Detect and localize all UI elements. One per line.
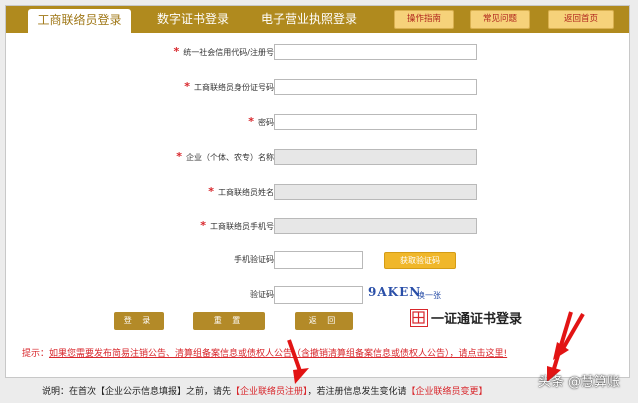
note-text-1: 说明：在首次【企业公示信息填报】之前，请先 [42,387,232,397]
annotation-arrow-icon [287,339,309,384]
get-sms-code-button[interactable]: 获取验证码 [384,252,456,269]
reset-button[interactable]: 重 置 [193,312,265,330]
tab-liaison-login[interactable]: 工商联络员登录 [28,9,131,33]
liaison-name-label-text: 工商联络员姓名 [218,188,274,197]
captcha-input[interactable] [274,286,363,304]
register-liaison-link[interactable]: 【企业联络员注册】 [231,387,308,397]
credit-code-label: * 统一社会信用代码/注册号 [54,44,274,60]
liaison-phone-label: * 工商联络员手机号 [54,218,274,234]
captcha-image[interactable]: 9AKEN [368,285,421,299]
captcha-label: 验证码 [250,290,274,299]
back-button[interactable]: 返 回 [295,312,353,330]
liaison-name-label: * 工商联络员姓名 [54,184,274,200]
required-star: * [173,45,180,58]
instruction-note: 说明：在首次【企业公示信息填报】之前，请先【企业联络员注册】，若注册信息发生变化… [42,384,488,397]
faq-button[interactable]: 常见问题 [470,10,530,29]
required-star: * [184,80,190,93]
watermark: 头条 @慧算账 [537,375,620,390]
announcement-link[interactable]: 如果您需要发布简易注销公告、清算组备案信息或债权人公告（含撤销清算组备案信息或债… [49,349,507,359]
required-star: * [248,115,254,128]
certificate-icon [410,308,428,327]
credit-code-input[interactable] [274,44,477,60]
liaison-name-input [274,184,477,200]
tab-digital-cert-login[interactable]: 数字证书登录 [147,6,239,33]
home-button[interactable]: 返回首页 [548,10,614,29]
credit-code-label-text: 统一社会信用代码/注册号 [183,48,274,57]
liaison-phone-input [274,218,477,234]
tab-bar: 工商联络员登录 数字证书登录 电子营业执照登录 操作指南 常见问题 返回首页 [6,6,629,33]
tip-prefix: 提示： [22,349,50,359]
password-input[interactable] [274,114,477,130]
change-liaison-link[interactable]: 【企业联络员变更】 [407,387,488,397]
note-text-2: ，若注册信息发生变化请 [307,387,407,397]
guide-button[interactable]: 操作指南 [394,10,454,29]
id-number-label-text: 工商联络员身份证号码 [194,83,274,92]
id-number-label: * 工商联络员身份证号码 [54,79,274,95]
liaison-phone-label-text: 工商联络员手机号 [210,222,274,231]
refresh-captcha-link[interactable]: 换一张 [417,290,441,301]
sms-code-input[interactable] [274,251,363,269]
login-panel: 工商联络员登录 数字证书登录 电子营业执照登录 操作指南 常见问题 返回首页 *… [5,5,630,378]
id-number-input[interactable] [274,79,477,95]
required-star: * [176,150,182,163]
company-name-label-text: 企业（个体、农专）名称 [186,153,274,162]
login-button[interactable]: 登 录 [114,312,164,330]
required-star: * [208,185,214,198]
cert-login-button[interactable]: 一证通证书登录 [410,308,522,327]
notice-tip: 提示：如果您需要发布简易注销公告、清算组备案信息或债权人公告（含撤销清算组备案信… [22,346,507,359]
required-star: * [200,219,206,232]
sms-code-label: 手机验证码 [234,255,274,264]
password-label-text: 密码 [258,118,274,127]
company-name-label: * 企业（个体、农专）名称 [54,149,274,165]
tab-e-license-login[interactable]: 电子营业执照登录 [250,6,368,33]
password-label: * 密码 [54,114,274,130]
company-name-input [274,149,477,165]
cert-login-label: 一证通证书登录 [431,312,523,327]
